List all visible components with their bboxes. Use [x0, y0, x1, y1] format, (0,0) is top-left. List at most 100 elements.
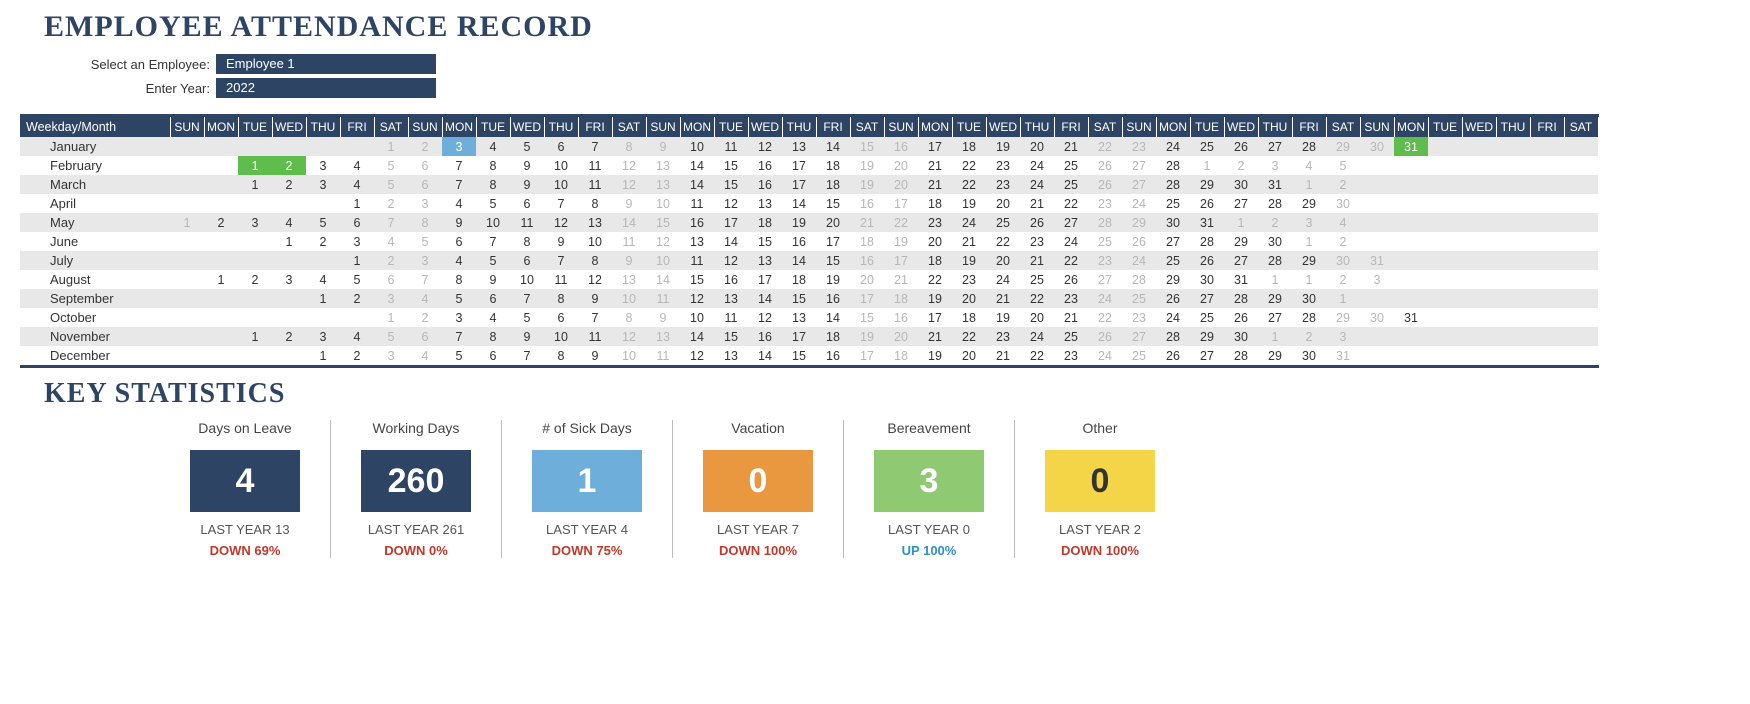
day-cell[interactable]	[1462, 156, 1496, 175]
day-cell[interactable]: 2	[408, 308, 442, 327]
day-cell[interactable]: 1	[1224, 213, 1258, 232]
day-cell[interactable]: 30	[1326, 194, 1360, 213]
day-cell[interactable]: 13	[680, 232, 714, 251]
day-cell[interactable]	[1530, 213, 1564, 232]
day-cell[interactable]: 11	[578, 156, 612, 175]
day-cell[interactable]	[1428, 308, 1462, 327]
day-cell[interactable]	[1428, 232, 1462, 251]
day-cell[interactable]: 3	[374, 346, 408, 365]
day-cell[interactable]	[1496, 175, 1530, 194]
day-cell[interactable]	[1496, 346, 1530, 365]
day-cell[interactable]: 18	[782, 270, 816, 289]
day-cell[interactable]: 19	[850, 175, 884, 194]
day-cell[interactable]: 1	[1292, 270, 1326, 289]
day-cell[interactable]: 21	[1054, 137, 1088, 156]
day-cell[interactable]: 3	[306, 175, 340, 194]
day-cell[interactable]	[1394, 213, 1428, 232]
day-cell[interactable]: 8	[476, 156, 510, 175]
day-cell[interactable]: 21	[884, 270, 918, 289]
day-cell[interactable]: 29	[1326, 137, 1360, 156]
day-cell[interactable]: 12	[612, 327, 646, 346]
day-cell[interactable]	[1360, 175, 1394, 194]
day-cell[interactable]: 30	[1224, 175, 1258, 194]
day-cell[interactable]: 18	[918, 251, 952, 270]
day-cell[interactable]: 7	[544, 251, 578, 270]
day-cell[interactable]: 23	[1088, 194, 1122, 213]
day-cell[interactable]: 21	[1054, 308, 1088, 327]
day-cell[interactable]: 23	[1088, 251, 1122, 270]
day-cell[interactable]: 21	[1020, 194, 1054, 213]
day-cell[interactable]	[204, 346, 238, 365]
day-cell[interactable]	[204, 156, 238, 175]
day-cell[interactable]: 6	[408, 156, 442, 175]
day-cell[interactable]: 9	[612, 194, 646, 213]
day-cell[interactable]: 26	[1224, 137, 1258, 156]
day-cell[interactable]: 12	[714, 194, 748, 213]
day-cell[interactable]: 7	[578, 308, 612, 327]
day-cell[interactable]	[306, 308, 340, 327]
day-cell[interactable]: 20	[884, 156, 918, 175]
day-cell[interactable]: 5	[374, 327, 408, 346]
day-cell[interactable]: 11	[714, 137, 748, 156]
day-cell[interactable]: 12	[748, 137, 782, 156]
day-cell[interactable]	[1462, 213, 1496, 232]
day-cell[interactable]: 14	[680, 175, 714, 194]
day-cell[interactable]: 15	[748, 232, 782, 251]
day-cell[interactable]	[272, 289, 306, 308]
day-cell[interactable]: 15	[782, 289, 816, 308]
day-cell[interactable]	[272, 251, 306, 270]
day-cell[interactable]: 5	[340, 270, 374, 289]
day-cell[interactable]: 1	[1292, 175, 1326, 194]
day-cell[interactable]	[340, 137, 374, 156]
year-input[interactable]: 2022	[216, 78, 436, 98]
day-cell[interactable]	[1428, 327, 1462, 346]
day-cell[interactable]	[204, 232, 238, 251]
day-cell[interactable]	[1428, 251, 1462, 270]
day-cell[interactable]: 23	[1122, 137, 1156, 156]
day-cell[interactable]: 8	[510, 232, 544, 251]
day-cell[interactable]: 2	[1292, 327, 1326, 346]
day-cell[interactable]: 24	[1156, 137, 1190, 156]
day-cell[interactable]: 10	[680, 308, 714, 327]
day-cell[interactable]: 17	[782, 327, 816, 346]
day-cell[interactable]: 9	[510, 175, 544, 194]
day-cell[interactable]	[1360, 327, 1394, 346]
day-cell[interactable]: 16	[748, 175, 782, 194]
day-cell[interactable]	[1564, 346, 1598, 365]
day-cell[interactable]	[170, 251, 204, 270]
day-cell[interactable]	[1360, 213, 1394, 232]
day-cell[interactable]: 18	[952, 308, 986, 327]
day-cell[interactable]	[1428, 270, 1462, 289]
day-cell[interactable]: 23	[1122, 308, 1156, 327]
day-cell[interactable]: 2	[408, 137, 442, 156]
day-cell[interactable]: 13	[714, 346, 748, 365]
day-cell[interactable]	[1496, 194, 1530, 213]
day-cell[interactable]	[1428, 156, 1462, 175]
day-cell[interactable]: 1	[238, 156, 272, 175]
day-cell[interactable]: 11	[578, 175, 612, 194]
day-cell[interactable]: 28	[1156, 175, 1190, 194]
day-cell[interactable]	[1462, 327, 1496, 346]
day-cell[interactable]: 14	[748, 289, 782, 308]
day-cell[interactable]: 20	[918, 232, 952, 251]
day-cell[interactable]: 17	[884, 194, 918, 213]
day-cell[interactable]: 28	[1122, 270, 1156, 289]
day-cell[interactable]: 15	[816, 251, 850, 270]
day-cell[interactable]: 4	[306, 270, 340, 289]
day-cell[interactable]	[204, 194, 238, 213]
day-cell[interactable]: 19	[884, 232, 918, 251]
day-cell[interactable]	[204, 175, 238, 194]
day-cell[interactable]: 29	[1292, 251, 1326, 270]
day-cell[interactable]	[1496, 270, 1530, 289]
day-cell[interactable]: 6	[340, 213, 374, 232]
day-cell[interactable]: 1	[170, 213, 204, 232]
day-cell[interactable]	[1462, 289, 1496, 308]
day-cell[interactable]: 4	[442, 251, 476, 270]
day-cell[interactable]: 28	[1156, 156, 1190, 175]
day-cell[interactable]: 16	[714, 270, 748, 289]
day-cell[interactable]: 12	[544, 213, 578, 232]
day-cell[interactable]: 18	[884, 289, 918, 308]
day-cell[interactable]: 3	[306, 327, 340, 346]
day-cell[interactable]: 15	[646, 213, 680, 232]
day-cell[interactable]: 6	[442, 232, 476, 251]
